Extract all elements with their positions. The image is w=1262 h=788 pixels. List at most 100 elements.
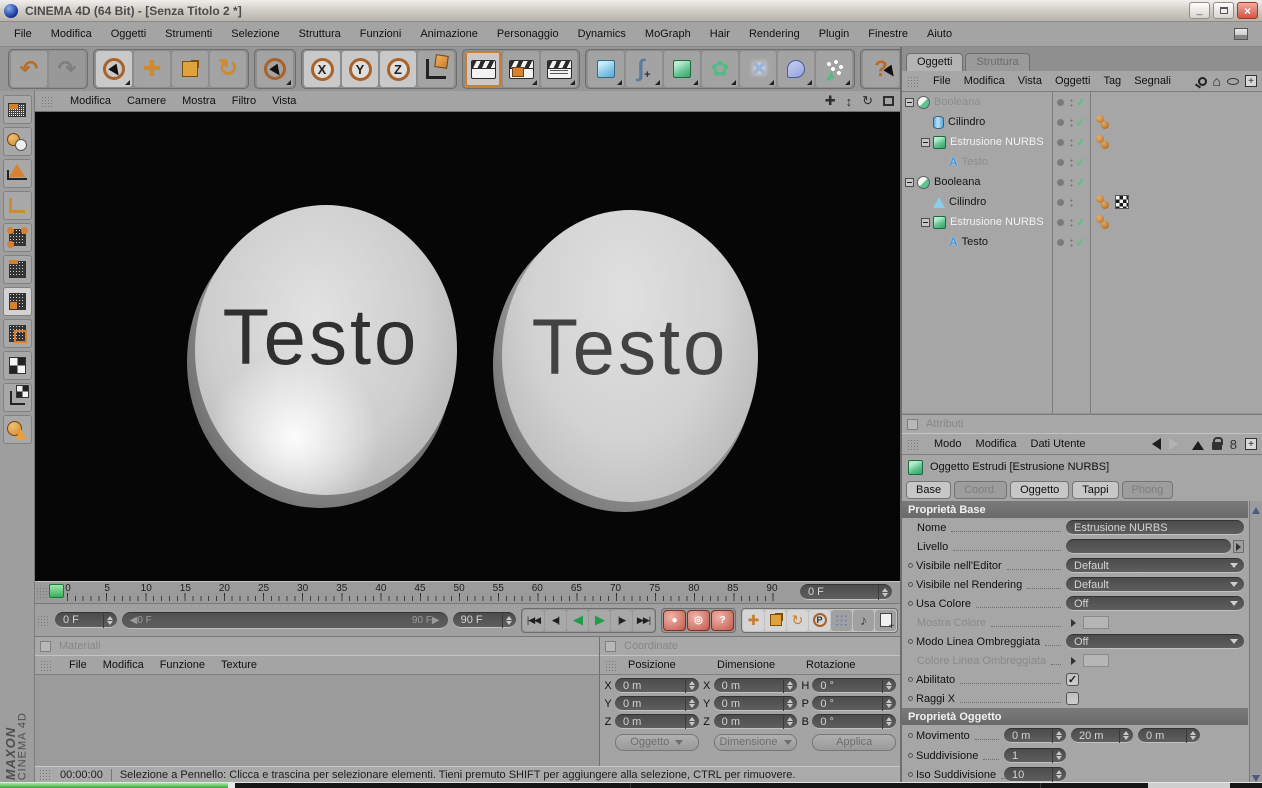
left-button-object[interactable]: Testo [195,205,457,495]
uv-mode-button[interactable] [2,319,32,348]
texture-mode-button[interactable] [2,351,32,380]
panel-grip[interactable] [40,659,53,671]
visibile-rendering-dropdown[interactable]: Default [1066,577,1244,592]
panel-grip[interactable] [37,614,50,626]
add-environment-button[interactable] [778,51,814,87]
add-deformer-button[interactable]: ✚ [740,51,776,87]
selection-tool-button[interactable] [257,51,293,87]
enabled-check-icon[interactable]: ✓ [1076,96,1085,109]
menu-file[interactable]: File [14,28,32,40]
mat-menu-funzione[interactable]: Funzione [160,659,205,671]
menu-struttura[interactable]: Struttura [299,28,341,40]
parent-up-icon[interactable] [1191,435,1204,450]
enabled-check-icon[interactable]: ✓ [1076,236,1085,249]
visibility-dots[interactable] [1070,237,1073,247]
panel-grip[interactable] [605,659,618,671]
layer-dot[interactable] [1057,158,1064,166]
restore-button[interactable] [1213,2,1234,19]
coord-mode-dropdown[interactable]: Oggetto [615,733,699,751]
pos-z-field[interactable]: 0 m [615,714,699,729]
keyframe-selection-button[interactable] [875,609,896,632]
attributes-header[interactable]: Attributi [902,415,1262,433]
link-icon[interactable]: 8 [1230,438,1237,451]
home-icon[interactable]: ⌂ [1213,74,1221,88]
materials-list[interactable] [35,675,599,766]
mat-menu-file[interactable]: File [69,659,87,671]
section-proprieta-oggetto[interactable]: Proprietà Oggetto [902,708,1248,725]
rot-p-field[interactable]: 0 ° [812,696,897,711]
visibility-dots[interactable] [1070,217,1073,227]
om-menu-oggetti[interactable]: Oggetti [1055,75,1090,87]
history-forward-icon[interactable] [1168,438,1184,450]
timeline-range-slider[interactable]: ◀ 0 F 90 F ▶ [121,611,448,629]
polygons-mode-button[interactable] [2,287,32,316]
add-modeling-object-button[interactable]: ✿ [702,51,738,87]
key-pla-toggle[interactable] [831,609,852,631]
attributes-scrollbar[interactable] [1249,501,1262,788]
expand-arrow-icon[interactable] [1068,654,1079,667]
anim-dot-icon[interactable] [908,601,913,606]
nome-field[interactable]: Estrusione NURBS [1066,520,1244,535]
expand-toggle-icon[interactable] [905,97,914,107]
undo-button[interactable]: ↶ [11,51,47,87]
previous-frame-button[interactable]: ◀| [545,609,566,631]
suddivisione-field[interactable]: 1 [1004,748,1066,763]
expand-toggle-icon[interactable] [905,177,914,187]
tab-coord[interactable]: Coord. [954,481,1008,499]
edges-mode-button[interactable] [2,255,32,284]
timeline-ruler[interactable]: 0 5 10 15 20 25 30 35 40 45 50 55 60 65 70 75 80 85 90 0 F [35,581,900,604]
points-mode-button[interactable] [2,223,32,252]
move-button[interactable]: ✚ [134,51,170,87]
model-mode-button[interactable] [2,127,32,156]
camera-rotate-icon[interactable]: ↻ [862,93,873,109]
viewport-canvas[interactable]: Testo Testo [35,112,900,581]
om-menu-tag[interactable]: Tag [1103,75,1121,87]
menu-finestre[interactable]: Finestre [868,28,908,40]
panel-grip[interactable] [41,95,54,107]
checkerboard-tag-icon[interactable] [1115,195,1129,209]
visibility-dots[interactable] [1070,137,1073,147]
add-primitive-button[interactable] [588,51,624,87]
enabled-check-icon[interactable]: ✓ [1076,136,1085,149]
current-frame-field[interactable]: 0 F [55,612,117,628]
add-panel-icon[interactable]: + [1245,438,1257,450]
tab-phong[interactable]: Phong [1121,481,1174,499]
stepper-icon[interactable] [878,584,888,600]
menu-modifica[interactable]: Modifica [51,28,92,40]
size-z-field[interactable]: 0 m [713,714,798,729]
visibility-dots[interactable] [1070,177,1073,187]
tree-row-testo-1[interactable]: A Testo ✓ [902,152,1262,172]
anim-dot-icon[interactable] [908,772,913,777]
live-selection-button[interactable] [96,51,132,87]
menu-hair[interactable]: Hair [710,28,730,40]
panel-grip[interactable] [36,587,49,598]
frame-field[interactable]: 0 F [800,584,892,600]
coordinate-system-button[interactable] [418,51,454,87]
mostra-colore-swatch[interactable] [1083,616,1109,629]
stepper-icon[interactable] [502,612,512,628]
visibility-dots[interactable] [1070,157,1073,167]
menu-mograph[interactable]: MoGraph [645,28,691,40]
enabled-check-icon[interactable]: ✓ [1076,116,1085,129]
minimize-button[interactable]: _ [1189,2,1210,19]
attr-menu-modifica[interactable]: Modifica [976,438,1017,450]
end-frame-field[interactable]: 90 F [452,612,516,628]
abilitato-checkbox[interactable]: ✓ [1066,673,1079,686]
enabled-check-icon[interactable]: ✓ [1076,156,1085,169]
livello-field[interactable] [1066,539,1231,554]
tab-struttura[interactable]: Struttura [965,53,1030,71]
enabled-check-icon[interactable]: ✓ [1076,176,1085,189]
panel-grip[interactable] [39,769,52,780]
pos-x-field[interactable]: 0 m [615,678,699,693]
visibility-dots[interactable] [1070,197,1073,207]
om-menu-modifica[interactable]: Modifica [964,75,1005,87]
selection-filter-button[interactable] [2,415,32,444]
tab-base[interactable]: Base [906,481,952,499]
search-icon[interactable] [1197,76,1207,86]
mat-menu-modifica[interactable]: Modifica [103,659,144,671]
record-keyframe-button[interactable]: ● [663,609,686,631]
materials-header[interactable]: Materiali [35,637,599,655]
y-axis-lock-button[interactable]: Y [342,51,378,87]
movimento-y-field[interactable]: 20 m [1071,728,1133,743]
vp-menu-mostra[interactable]: Mostra [182,95,216,107]
